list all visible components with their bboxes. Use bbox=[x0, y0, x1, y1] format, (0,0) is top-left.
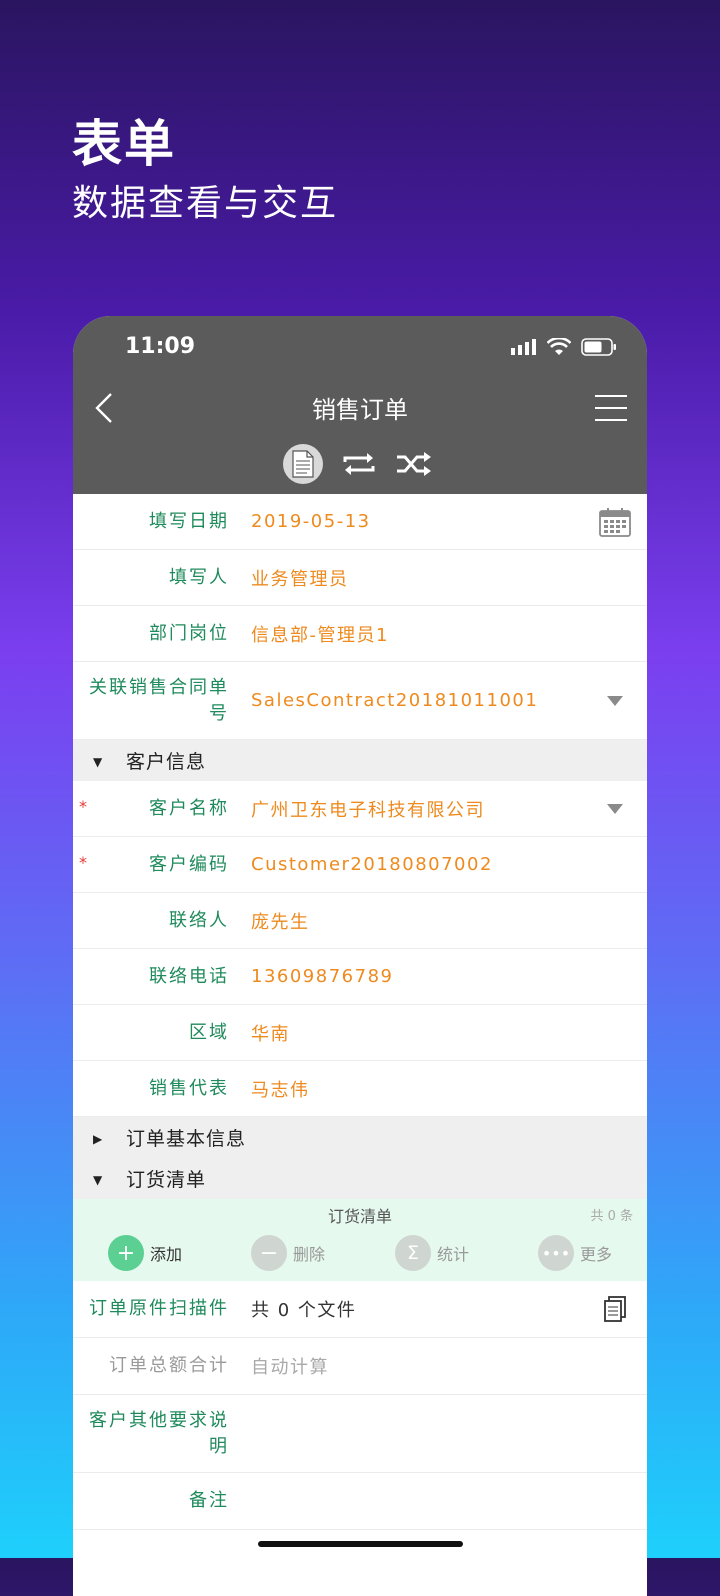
customer-code-row: * 客户编码 Customer20180807002 bbox=[73, 837, 647, 893]
field-label: 客户名称 bbox=[149, 797, 229, 819]
customer-code-value: Customer20180807002 bbox=[251, 854, 493, 875]
field-label: 销售代表 bbox=[149, 1077, 229, 1099]
sigma-icon: Σ bbox=[395, 1235, 431, 1271]
filler-row: 填写人 业务管理员 bbox=[73, 550, 647, 606]
expand-triangle-icon: ▶ bbox=[93, 1132, 103, 1146]
sales-rep-row: 销售代表 马志伟 bbox=[73, 1061, 647, 1117]
panel-title: 订货清单 bbox=[327, 1207, 392, 1226]
toolbar bbox=[283, 444, 433, 484]
total-row: 订单总额合计 自动计算 bbox=[73, 1338, 647, 1395]
home-indicator[interactable] bbox=[258, 1541, 463, 1547]
field-label: 订单总额合计 bbox=[109, 1355, 229, 1376]
field-label: 订单原件扫描件 bbox=[89, 1298, 229, 1319]
add-label: 添加 bbox=[150, 1245, 183, 1264]
scan-row[interactable]: 订单原件扫描件 共 0 个文件 bbox=[73, 1281, 647, 1338]
contact-value: 庞先生 bbox=[251, 911, 310, 933]
field-label: 联络人 bbox=[169, 909, 229, 931]
delete-label: 删除 bbox=[293, 1245, 326, 1264]
section-title: 订单基本信息 bbox=[126, 1128, 247, 1150]
order-list-section-header[interactable]: ▼ 订货清单 bbox=[73, 1158, 647, 1199]
shuffle-icon[interactable] bbox=[395, 450, 433, 478]
file-attachment-icon[interactable] bbox=[603, 1296, 627, 1322]
region-value: 华南 bbox=[251, 1023, 290, 1045]
field-label: 客户编码 bbox=[149, 853, 229, 875]
document-button[interactable] bbox=[283, 444, 323, 484]
promo-subtitle: 数据查看与交互 bbox=[72, 183, 339, 224]
calendar-icon[interactable] bbox=[599, 507, 631, 537]
status-icons bbox=[511, 338, 617, 356]
scan-file-count: 共 0 个文件 bbox=[251, 1300, 357, 1321]
phone-row: 联络电话 13609876789 bbox=[73, 949, 647, 1005]
department-row: 部门岗位 信息部-管理员1 bbox=[73, 606, 647, 662]
add-button[interactable]: + 添加 bbox=[108, 1235, 182, 1271]
app-header: 11:09 销售订单 bbox=[73, 316, 647, 494]
status-time: 11:09 bbox=[125, 334, 196, 359]
battery-icon bbox=[581, 338, 616, 356]
more-dots-icon: ••• bbox=[538, 1235, 574, 1271]
phone-value: 13609876789 bbox=[251, 966, 394, 987]
field-label: 客户其他要求说明 bbox=[89, 1409, 229, 1457]
more-button[interactable]: ••• 更多 bbox=[538, 1235, 612, 1271]
signal-icon bbox=[511, 339, 536, 355]
contact-row: 联络人 庞先生 bbox=[73, 893, 647, 949]
stats-label: 统计 bbox=[437, 1245, 470, 1264]
field-label: 关联销售合同单号 bbox=[89, 676, 229, 724]
delete-button[interactable]: − 删除 bbox=[251, 1235, 325, 1271]
more-label: 更多 bbox=[580, 1245, 613, 1264]
wifi-icon bbox=[547, 338, 571, 355]
phone-frame: 11:09 销售订单 填写日期 2019-05-13 填写人 业务管理员 部门岗… bbox=[73, 316, 647, 1596]
date-field[interactable]: 2019-05-13 bbox=[251, 494, 371, 549]
remark-row[interactable]: 备注 bbox=[73, 1473, 647, 1530]
collapse-triangle-icon: ▼ bbox=[93, 1173, 103, 1187]
field-label: 部门岗位 bbox=[149, 622, 229, 644]
section-title: 客户信息 bbox=[126, 751, 207, 773]
field-label: 填写日期 bbox=[149, 510, 229, 532]
hamburger-menu-icon[interactable] bbox=[595, 394, 627, 422]
contract-select[interactable]: SalesContract20181011001 bbox=[251, 662, 538, 739]
form-content: 填写日期 2019-05-13 填写人 业务管理员 部门岗位 信息部-管理员1 … bbox=[73, 494, 647, 1530]
stats-button[interactable]: Σ 统计 bbox=[395, 1235, 469, 1271]
customer-name-row[interactable]: * 客户名称 广州卫东电子科技有限公司 bbox=[73, 781, 647, 837]
repeat-icon[interactable] bbox=[341, 450, 377, 478]
field-label: 填写人 bbox=[169, 566, 229, 588]
section-title: 订货清单 bbox=[126, 1169, 207, 1191]
region-row: 区域 华南 bbox=[73, 1005, 647, 1061]
field-label: 联络电话 bbox=[149, 965, 229, 987]
sales-rep-value: 马志伟 bbox=[251, 1079, 310, 1101]
customer-section-header[interactable]: ▼ 客户信息 bbox=[73, 740, 647, 781]
fill-date-row[interactable]: 填写日期 2019-05-13 bbox=[73, 494, 647, 550]
dropdown-caret-icon[interactable] bbox=[607, 803, 623, 814]
collapse-triangle-icon: ▼ bbox=[93, 755, 103, 769]
department-value: 信息部-管理员1 bbox=[251, 624, 389, 646]
customer-name-select[interactable]: 广州卫东电子科技有限公司 bbox=[251, 781, 485, 836]
item-count: 共 0 条 bbox=[590, 1209, 633, 1224]
field-label: 备注 bbox=[189, 1490, 229, 1511]
requirements-row[interactable]: 客户其他要求说明 bbox=[73, 1395, 647, 1473]
page-title: 销售订单 bbox=[312, 396, 408, 424]
field-label: 区域 bbox=[189, 1021, 229, 1043]
document-icon bbox=[292, 450, 314, 478]
filler-value: 业务管理员 bbox=[251, 568, 349, 590]
contract-row[interactable]: 关联销售合同单号 SalesContract20181011001 bbox=[73, 662, 647, 740]
plus-icon: + bbox=[108, 1235, 144, 1271]
order-list-panel: 订货清单 共 0 条 + 添加 − 删除 Σ 统计 ••• 更多 bbox=[73, 1199, 647, 1281]
promo-title: 表单 bbox=[72, 115, 176, 173]
total-value: 自动计算 bbox=[251, 1357, 329, 1378]
minus-icon: − bbox=[251, 1235, 287, 1271]
order-basic-section-header[interactable]: ▶ 订单基本信息 bbox=[73, 1117, 647, 1158]
dropdown-caret-icon[interactable] bbox=[607, 695, 623, 706]
